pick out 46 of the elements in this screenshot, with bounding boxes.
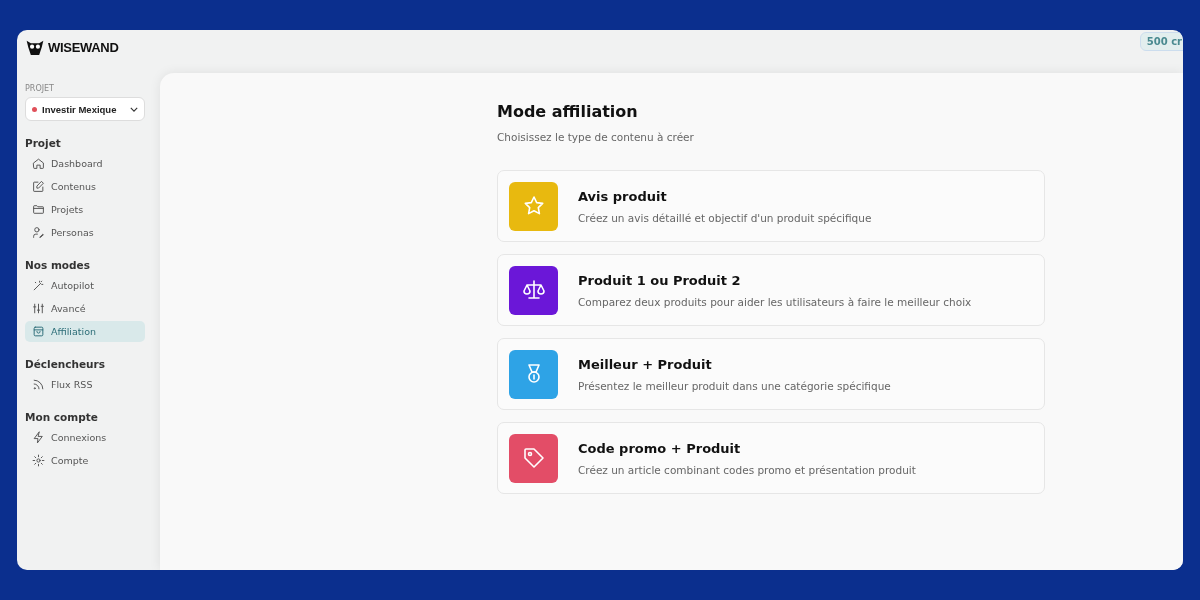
option-card[interactable]: Produit 1 ou Produit 2 Comparez deux produits pour aider les utilisateurs à faire le meilleur choix xyxy=(497,254,1045,326)
app-logo: WISEWAND xyxy=(48,39,119,55)
bag-icon xyxy=(32,325,45,338)
scale-icon xyxy=(521,278,546,302)
nav-item[interactable]: Contenus xyxy=(25,176,145,197)
section-label: PROJET xyxy=(25,84,55,93)
section-heading: Déclencheurs xyxy=(25,358,106,370)
credits-badge: 500 cr xyxy=(1139,32,1183,51)
settings-icon xyxy=(32,454,45,467)
option-card[interactable]: Avis produit Créez un avis détaillé et objectif d'un produit spécifique xyxy=(497,170,1045,242)
option-description: Créez un avis détaillé et objectif d'un produit spécifique xyxy=(578,211,872,224)
nav-item[interactable]: Compte xyxy=(25,450,145,471)
section-heading: Nos modes xyxy=(25,259,91,271)
section-heading: Mon compte xyxy=(25,411,99,423)
option-title: Meilleur + Produit xyxy=(578,356,713,372)
nav-item[interactable]: Dashboard xyxy=(25,153,145,174)
folder-icon xyxy=(32,203,45,216)
project-dropdown[interactable]: Investir Mexique xyxy=(25,97,145,121)
option-title: Avis produit xyxy=(578,188,668,204)
lightning-icon xyxy=(32,431,45,444)
wand-icon xyxy=(32,279,45,292)
home-icon xyxy=(32,157,45,170)
option-card[interactable]: Code promo + Produit Créez un article combinant codes promo et présentation produit xyxy=(497,422,1045,494)
owl-logo-icon xyxy=(25,38,45,56)
tag-icon xyxy=(521,446,546,470)
page-title: Mode affiliation xyxy=(497,102,639,121)
sliders-icon xyxy=(32,302,45,315)
option-card[interactable]: Meilleur + Produit Présentez le meilleur produit dans une catégorie spécifique xyxy=(497,338,1045,410)
option-title: Code promo + Produit xyxy=(578,440,742,456)
option-description: Comparez deux produits pour aider les utilisateurs à faire le meilleur choix xyxy=(578,295,972,308)
nav-item[interactable]: Connexions xyxy=(25,427,145,448)
option-title: Produit 1 ou Produit 2 xyxy=(578,272,742,288)
nav-item[interactable]: Projets xyxy=(25,199,145,220)
option-description: Créez un article combinant codes promo et présentation produit xyxy=(578,463,916,476)
page-subtitle: Choisissez le type de contenu à créer xyxy=(497,131,695,143)
nav-item[interactable]: Affiliation xyxy=(25,321,145,342)
nav-item[interactable]: Avancé xyxy=(25,298,145,319)
nav-item[interactable]: Personas xyxy=(25,222,145,243)
people-icon xyxy=(32,226,45,239)
rss-icon xyxy=(32,378,45,391)
option-description: Présentez le meilleur produit dans une catégorie spécifique xyxy=(578,379,891,392)
section-heading: Projet xyxy=(25,137,62,149)
nav-item[interactable]: Autopilot xyxy=(25,275,145,296)
pencil-icon xyxy=(32,180,45,193)
caret-icon xyxy=(130,106,138,112)
nav-item[interactable]: Flux RSS xyxy=(25,374,145,395)
